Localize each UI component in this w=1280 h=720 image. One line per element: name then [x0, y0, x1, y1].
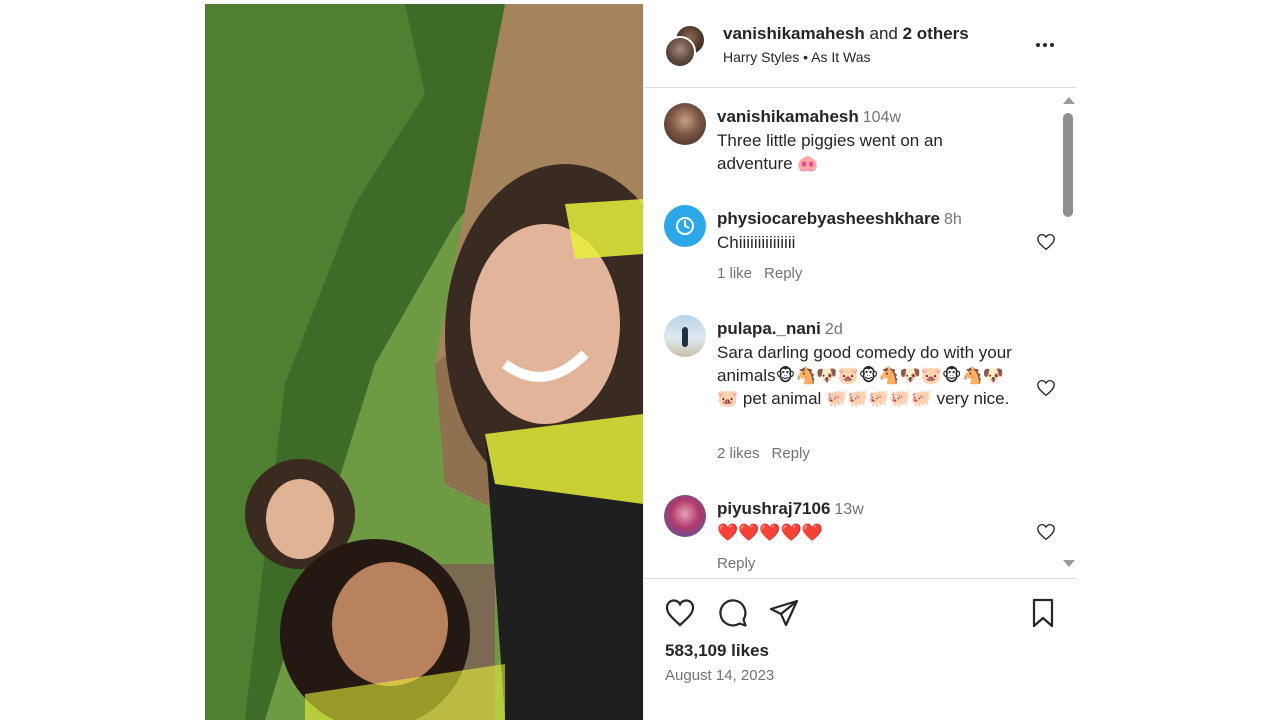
avatar-figure [682, 327, 688, 347]
scroll-thumb[interactable] [1063, 113, 1073, 217]
collab-avatars[interactable] [664, 24, 708, 68]
avatar[interactable] [664, 205, 706, 247]
more-options-button[interactable] [1032, 32, 1058, 58]
comment-body: vanishikamahesh 104w Three little piggies… [717, 105, 1017, 175]
comment-text: Sara darling good comedy do with your an… [717, 343, 1012, 408]
post-authors: vanishikamahesh and 2 others [723, 23, 969, 45]
avatar[interactable] [664, 495, 706, 537]
comment-time: 8h [944, 211, 962, 228]
comment-username[interactable]: piyushraj7106 [717, 499, 830, 518]
likes-count[interactable]: 583,109 likes [665, 641, 769, 661]
comment-text: ❤️❤️❤️❤️❤️ [717, 523, 823, 542]
post-photo [205, 4, 643, 720]
comment-icon[interactable] [717, 597, 749, 629]
audio-track[interactable]: Harry Styles • As It Was [723, 49, 871, 65]
share-icon[interactable] [768, 597, 800, 629]
comment-time: 104w [862, 109, 901, 126]
reply-button[interactable]: Reply [717, 555, 755, 572]
comments-scrollbar[interactable] [1060, 89, 1075, 577]
comment-likes[interactable]: 2 likes [717, 445, 760, 462]
avatar[interactable] [664, 103, 706, 145]
other-authors-link[interactable]: 2 others [903, 24, 969, 43]
reply-button[interactable]: Reply [772, 445, 810, 462]
post-header: vanishikamahesh and 2 others Harry Style… [644, 4, 1076, 88]
comment-meta: Reply [717, 555, 767, 572]
comments-list[interactable]: vanishikamahesh 104w Three little piggies… [644, 89, 1076, 577]
post-date: August 14, 2023 [665, 667, 775, 684]
bookmark-icon[interactable] [1027, 597, 1059, 629]
avatar[interactable] [664, 36, 696, 68]
comment-body: pulapa._nani 2d Sara darling good comedy … [717, 317, 1017, 410]
comment-username[interactable]: vanishikamahesh [717, 107, 859, 126]
scroll-down-arrow-icon[interactable] [1063, 560, 1075, 567]
comment-body: physiocarebyasheeshkhare 8h Chiiiiiiiiiii… [717, 207, 1017, 254]
physio-logo-icon [676, 217, 694, 235]
more-options-icon [1036, 43, 1040, 47]
comment-text: Three little piggies went on an adventur… [717, 131, 943, 173]
more-options-icon [1043, 43, 1047, 47]
post-actions: 583,109 likes August 14, 2023 [644, 578, 1076, 720]
comment-username[interactable]: physiocarebyasheeshkhare [717, 209, 940, 228]
avatar[interactable] [664, 315, 706, 357]
more-options-icon [1050, 43, 1054, 47]
reply-button[interactable]: Reply [764, 265, 802, 282]
comment-text: Chiiiiiiiiiiiiiii [717, 233, 796, 252]
comment-likes[interactable]: 1 like [717, 265, 752, 282]
heart-icon[interactable] [664, 597, 696, 629]
heart-icon[interactable] [1036, 523, 1056, 541]
authors-conjunction: and [869, 24, 898, 43]
comment-time: 2d [824, 321, 843, 338]
heart-icon[interactable] [1036, 233, 1056, 251]
comment-meta: 2 likes Reply [717, 445, 822, 462]
heart-icon[interactable] [1036, 379, 1056, 397]
selfie-image [205, 4, 643, 720]
comment-body: piyushraj7106 13w ❤️❤️❤️❤️❤️ [717, 497, 1017, 544]
comment-username[interactable]: pulapa._nani [717, 319, 821, 338]
comment-time: 13w [834, 501, 864, 518]
comment-meta: 1 like Reply [717, 265, 814, 282]
comment-item: pulapa._nani 2d Sara darling good comedy … [664, 315, 1055, 462]
post-side-panel: vanishikamahesh and 2 others Harry Style… [643, 4, 1076, 720]
scroll-up-arrow-icon[interactable] [1063, 97, 1075, 104]
author-username[interactable]: vanishikamahesh [723, 24, 865, 43]
